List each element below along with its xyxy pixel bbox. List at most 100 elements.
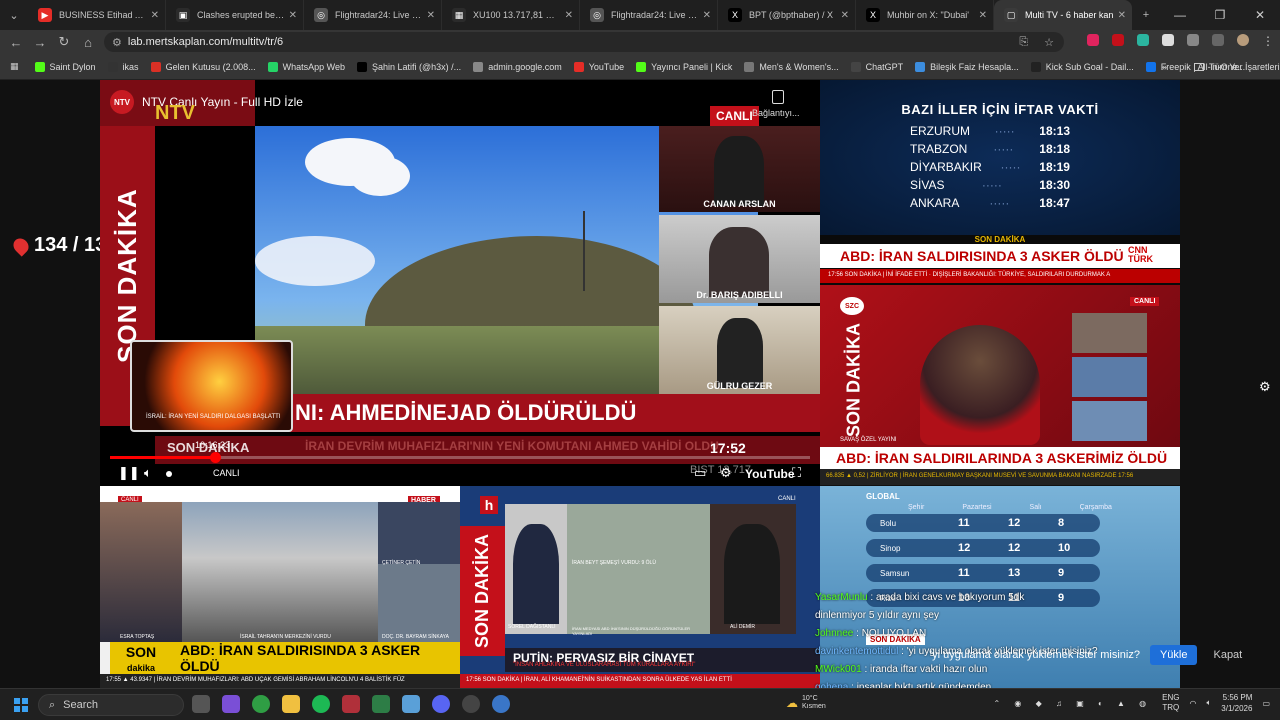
- szc-ticker: 66.835 ▲ 0,52 | ZİRLİYOR | İRAN GENELKUR…: [820, 469, 1180, 485]
- live-indicator[interactable]: CANLI: [213, 468, 240, 478]
- fullscreen-icon[interactable]: ⛶: [792, 465, 801, 481]
- browser-tab[interactable]: ◎ Flightradar24: Live Flight ✕: [580, 0, 718, 30]
- extension-icon[interactable]: [1137, 34, 1149, 46]
- pause-icon[interactable]: ❚❚: [118, 465, 140, 481]
- bookmark-item[interactable]: Kick Sub Goal - Dail...: [1030, 61, 1134, 72]
- taskbar-clock[interactable]: 5:56 PM 3/1/2026: [1221, 692, 1252, 714]
- cnn-turk-player[interactable]: SON DAKİKA ABD: İRAN SALDIRISINDA 3 ASKE…: [820, 235, 1180, 285]
- task-view-icon[interactable]: [192, 695, 210, 713]
- app-icon[interactable]: [342, 695, 360, 713]
- bookmark-item[interactable]: Gelen Kutusu (2.008...: [150, 61, 256, 72]
- bookmark-item[interactable]: Bileşik Faiz Hesapla...: [915, 61, 1019, 72]
- app-icon[interactable]: [492, 695, 510, 713]
- haberturk-player[interactable]: CANLI HABER TÜRK ÇETİNER ÇETİN DOÇ. DR. …: [100, 486, 460, 688]
- browser-tab[interactable]: ◎ Flightradar24: Live Flight ✕: [304, 0, 442, 30]
- browser-tab[interactable]: ▦ XU100 13.717,81 ▼ −1.16 ✕: [442, 0, 580, 30]
- dismiss-button[interactable]: Kapat: [1213, 649, 1242, 661]
- url-field[interactable]: ⚙ lab.mertskaplan.com/multitv/tr/6 ⎘ ☆: [104, 32, 1064, 52]
- home-icon[interactable]: ⌂: [76, 35, 100, 50]
- bookmark-item[interactable]: admin.google.com: [473, 61, 562, 72]
- tab-close-icon[interactable]: ✕: [427, 10, 435, 21]
- extension-icon[interactable]: [1112, 34, 1124, 46]
- profile-avatar[interactable]: [1237, 34, 1249, 46]
- speaker-icon[interactable]: 🔈︎: [1206, 698, 1211, 708]
- tab-close-icon[interactable]: ✕: [1118, 10, 1126, 21]
- window-controls: — ❐ ✕: [1160, 0, 1280, 30]
- bookmark-item[interactable]: Saint Dylon: [34, 61, 96, 72]
- tray-icons[interactable]: ⌃ ◉ ◆ ♫ ▣ ◐ ▲ ◍: [993, 699, 1152, 708]
- all-bookmarks-folder[interactable]: Tüm Yer İşaretleri: [1194, 62, 1280, 72]
- bookmark-item[interactable]: Şahin Latifi (@h3x) /...: [357, 61, 461, 72]
- copilot-icon[interactable]: [222, 695, 240, 713]
- tab-close-icon[interactable]: ✕: [979, 10, 987, 21]
- new-tab-button[interactable]: +: [1132, 0, 1160, 30]
- minimize-icon[interactable]: —: [1160, 0, 1200, 30]
- spotify-icon[interactable]: [312, 695, 330, 713]
- copy-link-icon[interactable]: [772, 90, 784, 104]
- more-bookmarks-icon[interactable]: »: [1162, 62, 1167, 72]
- windows-start-icon[interactable]: [14, 698, 28, 712]
- media-control-icon[interactable]: [1212, 34, 1224, 46]
- youtube-logo[interactable]: YouTube: [745, 467, 795, 481]
- settings-icon[interactable]: ⚙: [720, 465, 732, 481]
- site-info-icon[interactable]: ⚙: [112, 36, 122, 49]
- subtitles-icon[interactable]: ▭: [694, 465, 706, 481]
- install-button[interactable]: Yükle: [1149, 645, 1198, 665]
- excel-icon[interactable]: [372, 695, 390, 713]
- discord-icon[interactable]: [432, 695, 450, 713]
- notification-icon[interactable]: ▭: [1262, 699, 1270, 708]
- browser-tab[interactable]: ▢ Multi TV - 6 haber kan ✕: [994, 0, 1132, 30]
- tab-close-icon[interactable]: ✕: [565, 10, 573, 21]
- browser-tab[interactable]: ▶ BUSINESS Etihad Airbus A ✕: [28, 0, 166, 30]
- bookmark-item[interactable]: Men's & Women's...: [744, 61, 839, 72]
- main-video-player[interactable]: NTV NTV Canlı Yayın - Full HD İzle NTV C…: [100, 80, 820, 486]
- progress-bar[interactable]: [110, 452, 810, 463]
- location-pin-icon: [10, 234, 32, 257]
- forward-icon[interactable]: →: [28, 35, 52, 50]
- browser-tab[interactable]: X Muhbir on X: "Dubai' ✕: [856, 0, 994, 30]
- file-explorer-icon[interactable]: [282, 695, 300, 713]
- iftar-city: ANKARA: [910, 196, 960, 210]
- extension-icon[interactable]: [1087, 34, 1099, 46]
- menu-dots-icon[interactable]: ⋮: [1262, 34, 1274, 48]
- bookmark-star-icon[interactable]: ☆: [1044, 36, 1054, 49]
- close-icon[interactable]: ✕: [1240, 0, 1280, 30]
- maximize-icon[interactable]: ❐: [1200, 0, 1240, 30]
- guest-window: GÜLRU GEZER: [659, 306, 820, 394]
- szc-tv-player[interactable]: SZC CANLI SON DAKİKA SAVAŞ ÖZEL YAYINI A…: [820, 285, 1180, 485]
- back-icon[interactable]: ←: [4, 35, 28, 50]
- browser-tab[interactable]: ▣ Clashes erupted between ✕: [166, 0, 304, 30]
- halktv-player[interactable]: h CANLI SON DAKİKA SOREL DAĞISTANLI ALİ …: [460, 486, 820, 688]
- bookmark-item[interactable]: YouTube: [573, 61, 624, 72]
- tab-search-icon[interactable]: ⌄: [0, 0, 28, 30]
- language-indicator[interactable]: ENG TRQ: [1162, 693, 1179, 713]
- extensions-puzzle-icon[interactable]: [1187, 34, 1199, 46]
- bookmark-item[interactable]: ChatGPT: [850, 61, 903, 72]
- anchor-figure: [100, 502, 182, 642]
- extension-icon[interactable]: [1162, 34, 1174, 46]
- tab-close-icon[interactable]: ✕: [151, 10, 159, 21]
- weather-temp: 13: [1008, 567, 1021, 579]
- volume-icon[interactable]: 🔈︎: [144, 465, 152, 481]
- apps-grid-icon[interactable]: ▦: [10, 61, 19, 72]
- reload-icon[interactable]: ↻: [52, 34, 76, 50]
- settings-gear-icon[interactable]: ⚙: [1259, 379, 1271, 395]
- iftar-times-panel[interactable]: BAZI İLLER İÇİN İFTAR VAKTİ ERZURUM ·····…: [820, 80, 1180, 235]
- tab-close-icon[interactable]: ✕: [703, 10, 711, 21]
- chrome-icon[interactable]: [252, 695, 270, 713]
- iftar-row: TRABZON ····· 18:18: [910, 142, 1070, 156]
- tab-close-icon[interactable]: ✕: [289, 10, 297, 21]
- tab-close-icon[interactable]: ✕: [841, 10, 849, 21]
- volume-slider[interactable]: [166, 471, 172, 477]
- app-icon[interactable]: [462, 695, 480, 713]
- taskbar-search[interactable]: ⌕ Search: [38, 694, 184, 716]
- weather-widget[interactable]: ☁ 10°C Kısmen bulutlu: [786, 695, 832, 711]
- install-app-icon[interactable]: ⎘: [1019, 36, 1028, 49]
- bookmark-item[interactable]: Yayıncı Paneli | Kick: [636, 61, 732, 72]
- browser-tab[interactable]: X BPT (@bpthaber) / X ✕: [718, 0, 856, 30]
- tab-title: Multi TV - 6 haber kan: [1025, 10, 1114, 20]
- wifi-icon[interactable]: ◠: [1190, 699, 1197, 708]
- bookmark-item[interactable]: ikas: [107, 61, 139, 72]
- bookmark-item[interactable]: WhatsApp Web: [267, 61, 345, 72]
- app-icon[interactable]: [402, 695, 420, 713]
